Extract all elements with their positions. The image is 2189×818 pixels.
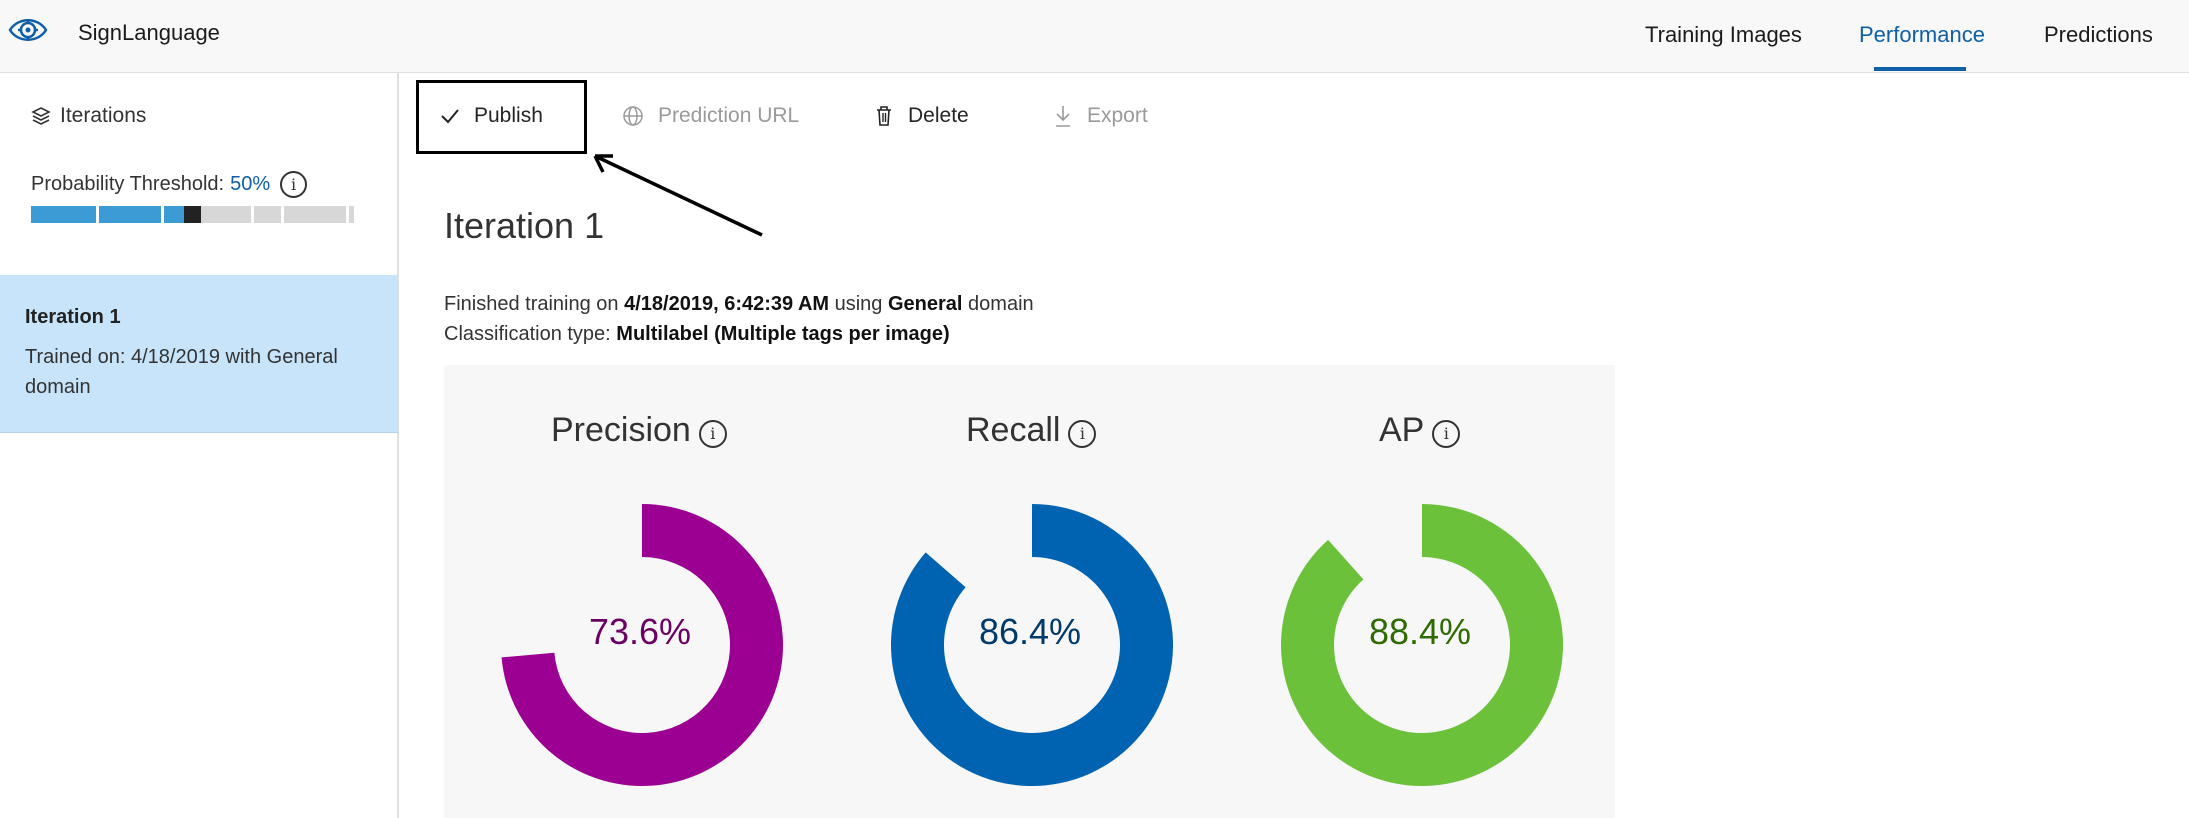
prediction-url-button[interactable]: Prediction URL [622, 104, 799, 128]
delete-button[interactable]: Delete [874, 104, 969, 128]
info-icon[interactable]: i [1068, 419, 1097, 448]
iterations-heading: Iterations [30, 104, 146, 128]
tab-performance[interactable]: Performance [1859, 22, 1985, 48]
info-icon[interactable]: i [698, 419, 727, 448]
ap-label: AP i [1379, 411, 1461, 450]
threshold-slider[interactable] [31, 206, 354, 223]
top-bar: SignLanguage Training Images Performance… [0, 0, 2189, 73]
probability-threshold: Probability Threshold: 50% i [31, 171, 308, 198]
export-button[interactable]: Export [1053, 104, 1148, 128]
prediction-url-label: Prediction URL [658, 104, 800, 127]
precision-value: 73.6% [588, 611, 692, 652]
recall-value: 86.4% [978, 611, 1082, 652]
publish-highlight-box [416, 80, 587, 154]
recall-label: Recall i [966, 411, 1097, 450]
delete-label: Delete [908, 104, 969, 127]
slider-thumb[interactable] [184, 206, 201, 223]
export-label: Export [1087, 104, 1148, 127]
layers-icon [31, 107, 51, 125]
training-info: Finished training on 4/18/2019, 6:42:39 … [444, 293, 1034, 315]
classification-info: Classification type: Multilabel (Multipl… [444, 323, 950, 345]
ap-value: 88.4% [1368, 611, 1472, 652]
tab-training-images[interactable]: Training Images [1645, 22, 1802, 48]
trash-icon [877, 106, 891, 126]
iteration-item-title: Iteration 1 [25, 306, 121, 328]
slider-tick [251, 206, 254, 223]
info-icon[interactable]: i [1432, 419, 1461, 448]
precision-label: Precision i [551, 411, 727, 450]
slider-tick [346, 206, 349, 223]
slider-empty-track [184, 206, 354, 223]
iterations-label: Iterations [60, 104, 147, 127]
iteration-item-description: Trained on: 4/18/2019 with General domai… [25, 346, 338, 398]
slider-tick [161, 206, 164, 223]
active-tab-indicator [1874, 67, 1966, 71]
tab-predictions[interactable]: Predictions [2044, 22, 2153, 48]
info-icon[interactable]: i [280, 171, 308, 198]
app-name[interactable]: SignLanguage [78, 20, 220, 46]
globe-icon [623, 106, 643, 126]
iteration-list-item[interactable]: Iteration 1 Trained on: 4/18/2019 with G… [0, 275, 398, 433]
page-title: Iteration 1 [444, 205, 605, 246]
eye-gear-logo-icon[interactable] [8, 13, 48, 47]
annotation-arrow-icon [593, 154, 763, 237]
slider-tick [96, 206, 99, 223]
slider-tick [281, 206, 284, 223]
threshold-value: 50% [230, 173, 271, 195]
threshold-label: Probability Threshold: [31, 173, 225, 195]
download-icon [1056, 106, 1070, 127]
